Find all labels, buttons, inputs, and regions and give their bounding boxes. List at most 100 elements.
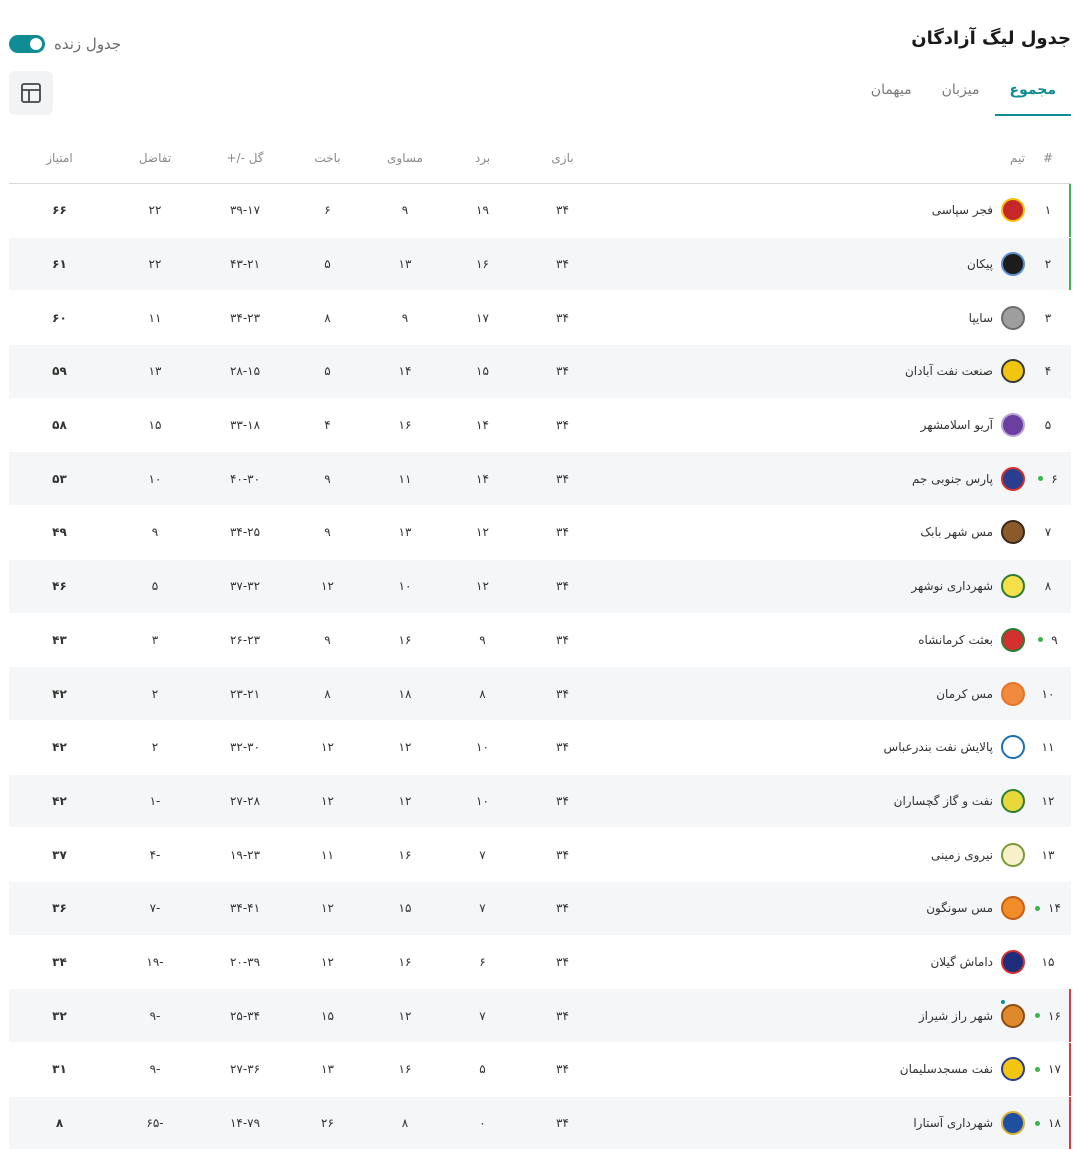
points-cell: ۵۸: [9, 398, 110, 453]
tab-total[interactable]: مجموع: [994, 74, 1071, 116]
team-cell[interactable]: پالایش نفت بندرعباس: [605, 720, 1025, 775]
col-drawn: مساوی: [365, 132, 445, 184]
won-cell: ۰: [445, 1096, 520, 1150]
rank-cell: ۷: [1025, 505, 1071, 560]
team-cell[interactable]: پارس جنوبی جم: [605, 451, 1025, 507]
played-cell: ۳۴: [520, 613, 605, 668]
team-cell[interactable]: شهرداری نوشهر: [605, 559, 1025, 614]
table-row[interactable]: ۱۶ شهر راز شیراز ۳۴ ۷ ۱۲ ۱۵ ۲۵-۳۴ -۹ ۳۲: [9, 988, 1071, 1043]
team: فجر سپاسی: [605, 198, 1025, 223]
won-cell: ۱۴: [445, 451, 520, 507]
table-view-button[interactable]: [9, 71, 53, 115]
team-cell[interactable]: مس کرمان: [605, 666, 1025, 721]
team: شهرداری نوشهر: [605, 574, 1025, 599]
team-cell[interactable]: شهر راز شیراز: [605, 988, 1025, 1043]
team: نفت و گاز گچساران: [605, 788, 1025, 813]
team-logo-icon: [1001, 681, 1025, 706]
table-row[interactable]: ۱۳ نیروی زمینی ۳۴ ۷ ۱۶ ۱۱ ۱۹-۲۳ -۴ ۳۷: [9, 827, 1071, 882]
team-logo-icon: [1001, 466, 1025, 491]
diff-cell: ۲۲: [110, 183, 200, 238]
table-row[interactable]: ۷ مس شهر بابک ۳۴ ۱۲ ۱۳ ۹ ۳۴-۲۵ ۹ ۴۹: [9, 505, 1071, 560]
drawn-cell: ۸: [365, 1096, 445, 1150]
table-row[interactable]: ۱ فجر سپاسی ۳۴ ۱۹ ۹ ۶ ۳۹-۱۷ ۲۲ ۶۶: [9, 183, 1071, 238]
col-lost: باخت: [290, 132, 365, 184]
played-cell: ۳۴: [520, 451, 605, 507]
table-row[interactable]: ۱۰ مس کرمان ۳۴ ۸ ۱۸ ۸ ۲۳-۲۱ ۲ ۴۲: [9, 666, 1071, 721]
goals-cell: ۱۴-۷۹: [200, 1096, 290, 1150]
col-won: برد: [445, 132, 520, 184]
team-cell[interactable]: نفت و گاز گچساران: [605, 774, 1025, 829]
team-cell[interactable]: مس شهر بابک: [605, 505, 1025, 560]
team: بعثت کرمانشاه: [605, 627, 1025, 652]
team-cell[interactable]: داماش گیلان: [605, 935, 1025, 990]
played-cell: ۳۴: [520, 505, 605, 560]
rank-number: ۳: [1044, 310, 1052, 325]
won-cell: ۷: [445, 827, 520, 882]
table-row[interactable]: ۱۴ مس سونگون ۳۴ ۷ ۱۵ ۱۲ ۳۴-۴۱ -۷ ۳۶: [9, 881, 1071, 936]
table-row[interactable]: ۱۲ نفت و گاز گچساران ۳۴ ۱۰ ۱۲ ۱۲ ۲۷-۲۸ -۱ ۴۲: [9, 774, 1071, 829]
team-logo-icon: [1001, 252, 1025, 277]
team-cell[interactable]: پیکان: [605, 237, 1025, 292]
played-cell: ۳۴: [520, 988, 605, 1043]
won-cell: ۱۲: [445, 559, 520, 614]
table-row[interactable]: ۶ پارس جنوبی جم ۳۴ ۱۴ ۱۱ ۹ ۴۰-۳۰ ۱۰ ۵۳: [9, 451, 1071, 507]
live-table-toggle[interactable]: [9, 35, 45, 53]
table-row[interactable]: ۱۷ نفت مسجدسلیمان ۳۴ ۵ ۱۶ ۱۳ ۲۷-۳۶ -۹ ۳۱: [9, 1042, 1071, 1097]
rank-number: ۵: [1044, 418, 1052, 433]
won-cell: ۱۷: [445, 290, 520, 346]
goals-cell: ۲۸-۱۵: [200, 344, 290, 399]
team: شهر راز شیراز: [605, 999, 1025, 1028]
table-row[interactable]: ۳ سایپا ۳۴ ۱۷ ۹ ۸ ۳۴-۲۳ ۱۱ ۶۰: [9, 290, 1071, 346]
table-row[interactable]: ۱۸ شهرداری آستارا ۳۴ ۰ ۸ ۲۶ ۱۴-۷۹ -۶۵ ۸: [9, 1096, 1071, 1150]
diff-cell: ۲: [110, 720, 200, 775]
rank-cell: ۱۰: [1025, 666, 1071, 721]
live-status-dot: [1035, 905, 1041, 911]
table-row[interactable]: ۱۱ پالایش نفت بندرعباس ۳۴ ۱۰ ۱۲ ۱۲ ۳۲-۳۰ ۲ ۴۲: [9, 720, 1071, 775]
diff-cell: ۱۳: [110, 344, 200, 399]
team-logo-icon: [1001, 1003, 1025, 1028]
points-cell: ۴۹: [9, 505, 110, 560]
team-cell[interactable]: شهرداری آستارا: [605, 1096, 1025, 1150]
diff-cell: ۳: [110, 613, 200, 668]
played-cell: ۳۴: [520, 398, 605, 453]
tab-away[interactable]: میهمان: [856, 74, 927, 116]
table-row[interactable]: ۸ شهرداری نوشهر ۳۴ ۱۲ ۱۰ ۱۲ ۳۷-۳۲ ۵ ۴۶: [9, 559, 1071, 614]
lost-cell: ۶: [290, 183, 365, 238]
tab-home[interactable]: میزبان: [927, 74, 995, 116]
team-cell[interactable]: مس سونگون: [605, 881, 1025, 936]
diff-cell: ۲: [110, 666, 200, 721]
team-cell[interactable]: آریو اسلامشهر: [605, 398, 1025, 453]
goals-cell: ۲۶-۲۳: [200, 613, 290, 668]
team-cell[interactable]: صنعت نفت آبادان: [605, 344, 1025, 399]
table-row[interactable]: ۹ بعثت کرمانشاه ۳۴ ۹ ۱۶ ۹ ۲۶-۲۳ ۳ ۴۳: [9, 613, 1071, 668]
team-name: مس سونگون: [926, 901, 993, 916]
won-cell: ۵: [445, 1042, 520, 1097]
table-row[interactable]: ۵ آریو اسلامشهر ۳۴ ۱۴ ۱۶ ۴ ۳۳-۱۸ ۱۵ ۵۸: [9, 398, 1071, 453]
team: پارس جنوبی جم: [605, 466, 1025, 491]
rank-wrap: ۴: [1045, 364, 1051, 378]
lost-cell: ۹: [290, 505, 365, 560]
team-logo-icon: [1001, 949, 1025, 974]
team-cell[interactable]: فجر سپاسی: [605, 183, 1025, 238]
drawn-cell: ۱۱: [365, 451, 445, 507]
won-cell: ۱۰: [445, 774, 520, 829]
team-cell[interactable]: نفت مسجدسلیمان: [605, 1042, 1025, 1097]
lost-cell: ۱۱: [290, 827, 365, 882]
drawn-cell: ۱۸: [365, 666, 445, 721]
table-row[interactable]: ۴ صنعت نفت آبادان ۳۴ ۱۵ ۱۴ ۵ ۲۸-۱۵ ۱۳ ۵۹: [9, 344, 1071, 399]
rank-cell: ۱۵: [1025, 935, 1071, 990]
team-name: نیروی زمینی: [930, 847, 993, 862]
team-cell[interactable]: بعثت کرمانشاه: [605, 613, 1025, 668]
won-cell: ۱۴: [445, 398, 520, 453]
table-row[interactable]: ۱۵ داماش گیلان ۳۴ ۶ ۱۶ ۱۲ ۲۰-۳۹ -۱۹ ۳۴: [9, 935, 1071, 990]
drawn-cell: ۱۲: [365, 720, 445, 775]
team-cell[interactable]: نیروی زمینی: [605, 827, 1025, 882]
table-layout-icon: [21, 83, 41, 103]
lost-cell: ۵: [290, 237, 365, 292]
team-cell[interactable]: سایپا: [605, 290, 1025, 346]
won-cell: ۷: [445, 881, 520, 936]
team: داماش گیلان: [605, 949, 1025, 974]
table-row[interactable]: ۲ پیکان ۳۴ ۱۶ ۱۳ ۵ ۴۳-۲۱ ۲۲ ۶۱: [9, 237, 1071, 292]
points-cell: ۳۶: [9, 881, 110, 936]
points-cell: ۳۱: [9, 1042, 110, 1097]
